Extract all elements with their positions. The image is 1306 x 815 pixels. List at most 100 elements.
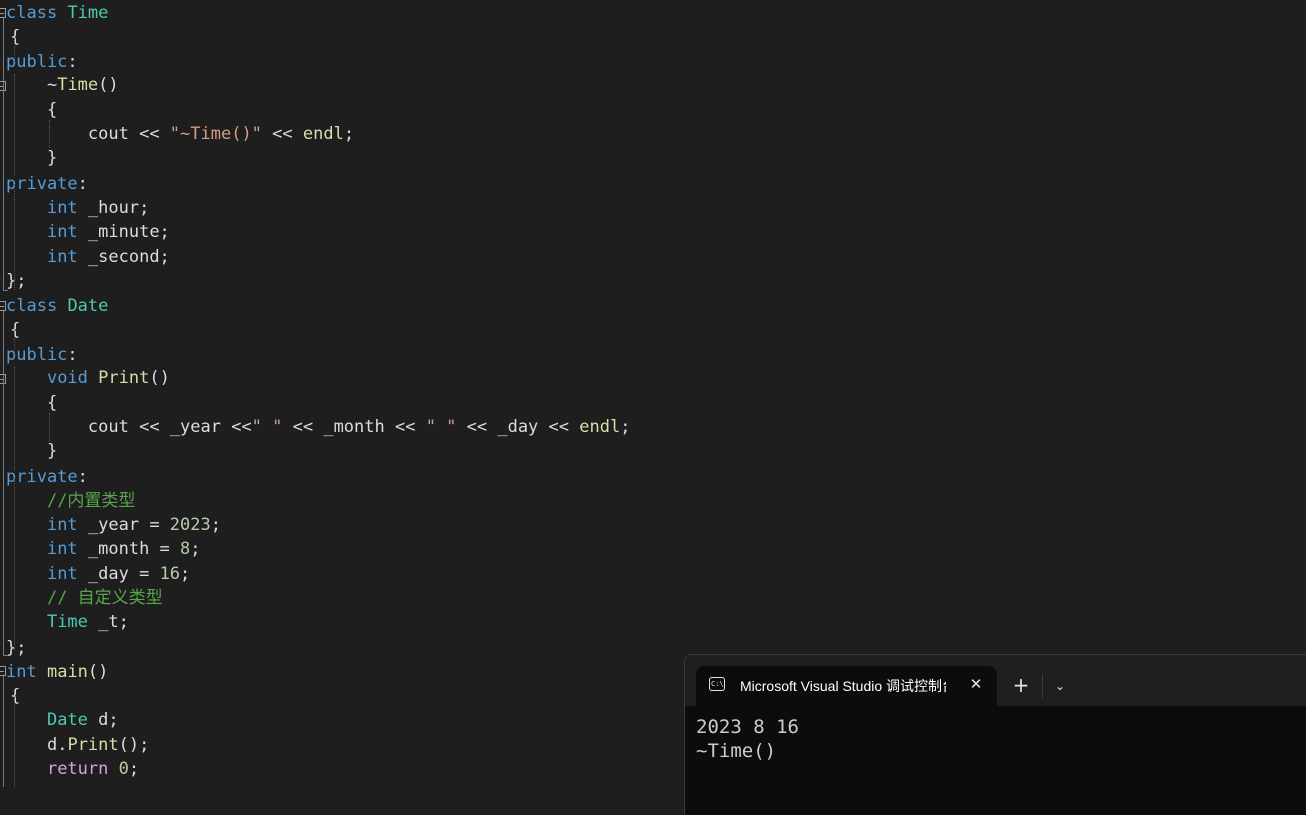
code-line[interactable]: private: [6, 465, 88, 489]
fold-range-end [3, 290, 8, 291]
code-line[interactable]: cout << _year <<" " << _month << " " << … [6, 415, 631, 439]
new-tab-button[interactable]: + [1010, 674, 1032, 696]
code-token: }; [6, 271, 27, 291]
code-line[interactable]: public: [6, 343, 78, 367]
code-token: (); [118, 735, 150, 755]
terminal-icon-label: C:\ [711, 680, 724, 688]
code-line[interactable]: { [10, 25, 20, 49]
code-token: " " [425, 417, 457, 437]
close-icon[interactable]: ✕ [966, 674, 986, 694]
code-token: ; [210, 515, 221, 535]
code-line[interactable]: ~Time() [6, 73, 119, 97]
fold-range-line [3, 311, 4, 655]
code-token: 8 [180, 539, 191, 559]
indent-guide [14, 478, 15, 650]
indent-guide [14, 184, 15, 290]
code-token: d [46, 735, 58, 755]
code-line[interactable]: }; [6, 269, 26, 293]
code-token: int [46, 515, 78, 535]
code-line[interactable]: int _second; [6, 245, 170, 269]
code-token: d; [87, 710, 119, 730]
code-token: 16 [159, 564, 181, 584]
code-line[interactable]: cout << "~Time()" << endl; [6, 122, 354, 146]
code-token: class [6, 296, 58, 316]
code-token: } [46, 441, 58, 461]
code-line[interactable]: Time _t; [6, 610, 129, 634]
code-token: << _day << [456, 417, 580, 437]
code-line[interactable]: { [10, 684, 20, 708]
fold-range-line [3, 18, 4, 290]
code-line[interactable]: d.Print(); [6, 733, 149, 757]
code-token: private [6, 467, 78, 487]
fold-toggle[interactable] [0, 8, 6, 18]
code-token: { [10, 320, 21, 340]
code-token: ; [190, 539, 201, 559]
code-token: : [77, 467, 88, 487]
code-token: () [98, 75, 119, 95]
code-line[interactable]: public: [6, 50, 78, 74]
code-token: () [149, 368, 170, 388]
code-line[interactable]: // 自定义类型 [6, 586, 163, 610]
terminal-output-line: 2023 8 16 [696, 716, 799, 738]
code-token: public [6, 52, 68, 72]
code-line[interactable]: class Time [6, 1, 108, 25]
code-token: ; [343, 124, 355, 144]
code-line[interactable]: int _month = 8; [6, 537, 201, 561]
code-token: () [87, 662, 109, 682]
code-token: { [46, 393, 58, 413]
code-token: ~ [46, 75, 58, 95]
code-line[interactable]: }; [6, 636, 26, 660]
fold-range-end [3, 655, 8, 656]
code-line[interactable]: Date d; [6, 708, 119, 732]
code-token: ; [180, 564, 191, 584]
code-line[interactable]: { [10, 318, 20, 342]
code-token: Date [46, 710, 88, 730]
code-token: void [46, 368, 88, 388]
terminal-output-line: ~Time() [696, 740, 777, 762]
code-token: << _month << [282, 417, 426, 437]
code-token: Time [57, 75, 99, 95]
code-line[interactable]: int _year = 2023; [6, 513, 221, 537]
code-token: "~Time()" [169, 124, 262, 144]
fold-toggle[interactable] [0, 301, 6, 311]
code-token: : [67, 345, 78, 365]
code-line[interactable]: int _hour; [6, 196, 149, 220]
indent-guide [49, 120, 50, 148]
titlebar-divider [1042, 674, 1043, 698]
code-token: int [46, 564, 78, 584]
code-line[interactable]: int _day = 16; [6, 562, 190, 586]
terminal-tab[interactable]: C:\ Microsoft Visual Studio 调试控制台 ✕ [696, 666, 997, 706]
code-token: << [261, 124, 303, 144]
indent-guide [49, 413, 50, 441]
code-line[interactable]: int _minute; [6, 220, 170, 244]
code-token: << _year << [128, 417, 252, 437]
indent-guide [14, 330, 15, 355]
code-line[interactable]: void Print() [6, 366, 170, 390]
debug-console-window[interactable]: C:\ Microsoft Visual Studio 调试控制台 ✕ + ⌄ … [684, 654, 1306, 815]
code-line[interactable]: int main() [6, 660, 108, 684]
code-token: private [6, 174, 78, 194]
code-token: _year = [77, 515, 170, 535]
code-token: cout [87, 417, 129, 437]
code-token: // 自定义类型 [46, 588, 163, 608]
code-token: _hour; [77, 198, 150, 218]
chevron-down-icon[interactable]: ⌄ [1050, 676, 1070, 696]
code-line[interactable]: class Date [6, 294, 108, 318]
code-token: return [46, 759, 109, 779]
code-line[interactable]: return 0; [6, 757, 139, 781]
code-token: endl [579, 417, 621, 437]
fold-toggle[interactable] [0, 666, 6, 676]
code-line[interactable]: private: [6, 172, 88, 196]
code-line[interactable]: //内置类型 [6, 489, 135, 513]
